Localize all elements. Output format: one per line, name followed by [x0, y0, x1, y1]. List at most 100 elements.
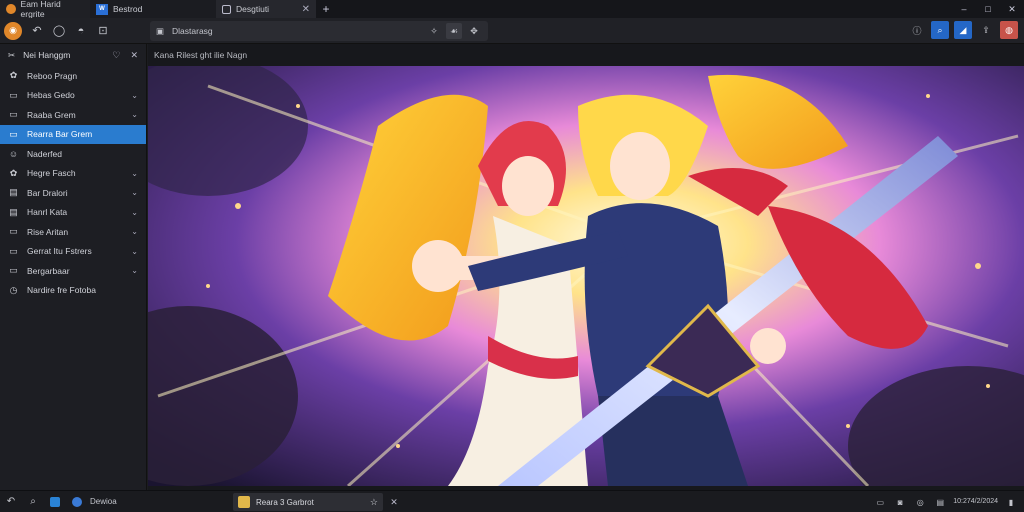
profile-icon[interactable]: ◓ — [70, 20, 92, 42]
extension-icon[interactable]: ✥ — [466, 23, 482, 39]
sidebar-item[interactable]: ▤ Hanrl Kata ⌄ — [0, 203, 146, 223]
app-blue-icon: W — [96, 3, 108, 15]
pen-icon[interactable]: ◢ — [954, 21, 972, 39]
chevron-down-icon[interactable]: ⌄ — [131, 169, 138, 178]
clock-time: 10:27 — [953, 498, 971, 505]
pin-icon[interactable]: ☆ — [370, 497, 378, 508]
reader-icon[interactable]: ☙ — [446, 23, 462, 39]
folder-icon: ▭ — [9, 265, 18, 276]
search-icon[interactable]: ⌕ — [931, 21, 949, 39]
clock-icon: ◷ — [9, 284, 18, 295]
site-lock-icon: ▣ — [156, 25, 165, 36]
sidebar-header: ✂ Nei Hanggm ♡ ✕ — [0, 44, 146, 66]
brand-menu-button[interactable]: ◉ — [4, 21, 22, 40]
sidebar-item-label: Raaba Grem — [27, 109, 76, 120]
sidebar-item[interactable]: ▭ Hebas Gedo ⌄ — [0, 86, 146, 106]
minimize-button[interactable]: – — [952, 0, 976, 18]
info-icon[interactable]: ⓘ — [908, 21, 926, 39]
close-task-icon[interactable]: ✕ — [385, 493, 403, 511]
sidebar-item[interactable]: ◷ Nardire fre Fotoba — [0, 281, 146, 301]
store-icon[interactable] — [44, 491, 66, 512]
sidebar-item[interactable]: ▭ Rearra Bar Grem — [0, 124, 146, 144]
clock[interactable]: 10:27 4/2/2024 — [953, 493, 998, 511]
sidebar-item-label: Hegre Fasch — [27, 168, 76, 179]
chevron-down-icon[interactable]: ⌄ — [131, 266, 138, 275]
tab-label: Desgtiuti — [236, 4, 270, 14]
sidebar-item[interactable]: ✿ Hegre Fasch ⌄ — [0, 164, 146, 184]
window-controls: – □ ✕ — [952, 0, 1024, 18]
folder-icon: ▭ — [9, 109, 18, 120]
chat-icon[interactable]: ▭ — [873, 493, 887, 511]
new-tab-button[interactable]: + — [316, 0, 336, 18]
close-sidebar-icon[interactable]: ✕ — [130, 50, 138, 61]
sidebar-item[interactable]: ▭ Gerrat Itu Fstrers ⌄ — [0, 242, 146, 262]
translate-icon[interactable]: ✧ — [426, 23, 442, 39]
sidebar-item-label: Gerrat Itu Fstrers — [27, 246, 92, 257]
system-tray: ▭ ◙ ◎ ▤ 10:27 4/2/2024 ▮ — [873, 493, 1018, 511]
tab-label: Bestrod — [113, 4, 143, 14]
back-icon[interactable]: ↶ — [26, 20, 48, 42]
lock-icon[interactable]: ⊡ — [92, 20, 114, 42]
address-text: Dlastarasg — [172, 26, 213, 36]
notification-icon[interactable]: ▮ — [1004, 493, 1018, 511]
start-icon[interactable]: ↶ — [0, 491, 22, 512]
sidebar-item[interactable]: ▭ Rise Aritan ⌄ — [0, 222, 146, 242]
close-window-button[interactable]: ✕ — [1000, 0, 1024, 18]
bookmark-icon: ✂ — [8, 49, 16, 60]
sidebar-item-label: Bergarbaar — [27, 265, 70, 276]
page-title: Kana Rilest ght ilie Nagn — [154, 50, 248, 60]
lock-icon — [222, 4, 231, 14]
home-icon[interactable]: ◯ — [48, 20, 70, 42]
sidebar-item-label: Reboo Pragn — [27, 70, 78, 81]
taskbar-window[interactable]: Reara 3 Garbrot ☆ — [233, 493, 383, 511]
toolbar: ◉ ↶ ◯ ◓ ⊡ ▣ Dlastarasg ✧ ☙ ✥ ⓘ ⌕ ◢ ⇪ ◍ — [0, 18, 1024, 44]
sidebar-item[interactable]: ✿ Reboo Pragn — [0, 66, 146, 86]
taskbar-app-label[interactable]: Dewioa — [90, 497, 117, 506]
maximize-button[interactable]: □ — [976, 0, 1000, 18]
address-actions: ✧ ☙ ✥ — [426, 23, 482, 39]
share-icon[interactable]: ⇪ — [977, 21, 995, 39]
sidebar-item[interactable]: ▭ Raaba Grem ⌄ — [0, 105, 146, 125]
chevron-down-icon[interactable]: ⌄ — [131, 91, 138, 100]
tab-label: Eam Harid ergrite — [20, 0, 61, 19]
app-orange-icon — [6, 4, 16, 14]
tab-active[interactable]: Desgtiuti ✕ — [216, 0, 316, 18]
tab-bestrod[interactable]: W Bestrod — [90, 0, 216, 18]
folder-icon: ▭ — [9, 245, 18, 256]
tab-app[interactable]: Eam Harid ergrite — [0, 0, 90, 19]
avatar[interactable]: ◍ — [1000, 21, 1018, 39]
taskbar: ↶ ⌕ Dewioa Reara 3 Garbrot ☆ ✕ ▭ ◙ ◎ ▤ 1… — [0, 490, 1024, 512]
sidebar-item-label: Naderfed — [27, 148, 62, 159]
sidebar-item[interactable]: ▭ Bergarbaar ⌄ — [0, 261, 146, 281]
tab-strip: Eam Harid ergrite W Bestrod Desgtiuti ✕ … — [0, 0, 1024, 19]
toolbar-right: ⓘ ⌕ ◢ ⇪ ◍ — [908, 21, 1024, 39]
task-label: Reara 3 Garbrot — [256, 497, 314, 507]
notes-icon[interactable]: ▤ — [933, 493, 947, 511]
people-icon[interactable]: ◙ — [893, 493, 907, 511]
gear-icon: ✿ — [9, 167, 18, 178]
globe-icon[interactable] — [66, 491, 88, 512]
chevron-down-icon[interactable]: ⌄ — [131, 227, 138, 236]
close-tab-icon[interactable]: ✕ — [302, 4, 310, 15]
chevron-down-icon[interactable]: ⌄ — [131, 188, 138, 197]
folder-icon: ▭ — [9, 128, 18, 139]
chevron-down-icon[interactable]: ⌄ — [131, 110, 138, 119]
folder-icon: ▭ — [9, 226, 18, 237]
chevron-down-icon[interactable]: ⌄ — [131, 247, 138, 256]
sidebar-item[interactable]: ▤ Bar Dralori ⌄ — [0, 183, 146, 203]
sidebar: ✂ Nei Hanggm ♡ ✕ ✿ Reboo Pragn ▭ Hebas Gedo… — [0, 44, 147, 490]
sync-icon[interactable]: ◎ — [913, 493, 927, 511]
heart-icon[interactable]: ♡ — [112, 50, 120, 61]
window-thumbnail-icon — [238, 496, 250, 508]
chevron-down-icon[interactable]: ⌄ — [131, 208, 138, 217]
clock-date: 4/2/2024 — [970, 498, 998, 505]
sidebar-item-label: Nardire fre Fotoba — [27, 285, 96, 296]
sidebar-item[interactable]: ☺ Naderfed — [0, 144, 146, 164]
document-icon: ▤ — [9, 187, 18, 198]
main-content: Kana Rilest ght ilie Nagn — [148, 44, 1024, 490]
address-bar[interactable]: ▣ Dlastarasg ✧ ☙ ✥ — [150, 21, 488, 41]
sidebar-list: ✿ Reboo Pragn ▭ Hebas Gedo ⌄ ▭ Raaba Grem ⌄ ▭ Rea… — [0, 66, 146, 300]
sidebar-item-label: Hanrl Kata — [27, 207, 68, 218]
search-icon[interactable]: ⌕ — [22, 491, 44, 512]
anime-artwork — [148, 66, 1024, 486]
